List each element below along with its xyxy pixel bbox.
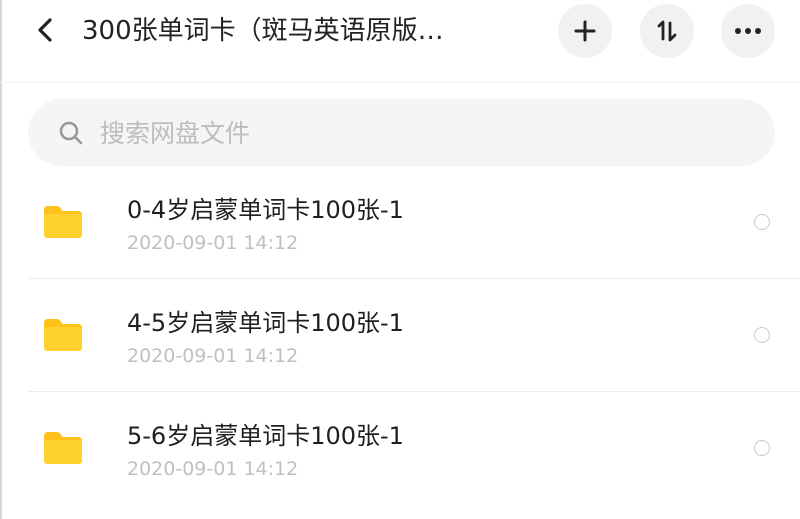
more-icon [735,28,761,34]
header-divider [0,82,800,83]
select-radio[interactable] [754,327,770,343]
folder-icon [44,432,82,464]
folder-icon [44,319,82,351]
file-timestamp: 2020-09-01 14:12 [127,458,299,480]
plus-icon [574,20,596,42]
list-item[interactable]: 0-4岁启蒙单词卡100张-1 2020-09-01 14:12 [0,166,800,279]
search-input[interactable] [100,113,740,153]
chevron-left-icon [38,18,52,42]
sort-icon [657,20,677,42]
file-timestamp: 2020-09-01 14:12 [127,232,299,254]
more-button[interactable] [721,4,775,58]
sort-button[interactable] [640,4,694,58]
search-bar[interactable] [28,99,775,166]
search-icon [59,121,83,145]
top-bar: 300张单词卡（斑马英语原版… [0,0,800,62]
list-item[interactable]: 5-6岁启蒙单词卡100张-1 2020-09-01 14:12 [0,392,800,505]
add-button[interactable] [558,4,612,58]
file-name: 4-5岁启蒙单词卡100张-1 [127,309,404,337]
folder-icon [44,206,82,238]
list-item[interactable]: 4-5岁启蒙单词卡100张-1 2020-09-01 14:12 [0,279,800,392]
select-radio[interactable] [754,214,770,230]
back-button[interactable] [26,10,66,50]
page-title: 300张单词卡（斑马英语原版… [82,16,444,46]
file-timestamp: 2020-09-01 14:12 [127,345,299,367]
file-name: 0-4岁启蒙单词卡100张-1 [127,196,404,224]
select-radio[interactable] [754,440,770,456]
file-name: 5-6岁启蒙单词卡100张-1 [127,422,404,450]
